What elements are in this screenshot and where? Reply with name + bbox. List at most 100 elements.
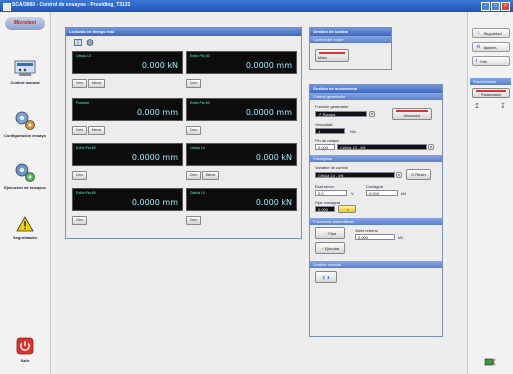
value-display: Ext/lc Pto 60 0.0000 mm [72, 143, 183, 166]
consigna-field[interactable]: 0.000 [366, 190, 398, 196]
memo-button[interactable]: Memo [88, 79, 105, 88]
motor-button[interactable]: Motor [315, 49, 349, 62]
gear-small-icon: ⚙ [476, 44, 481, 50]
var-label: Variable de control [315, 165, 349, 170]
channel-label: Célula 10 [190, 191, 205, 195]
function-dropdown-button[interactable]: ▼ [369, 111, 375, 117]
nav-configuracion-ensayo[interactable]: Configuración ensayo [0, 110, 50, 138]
control-variable-select[interactable]: Célula 10 - kN [315, 172, 395, 178]
function-value: Rampa [322, 112, 336, 117]
posicionador-button[interactable]: Posicionador [472, 88, 510, 98]
fijar-consigna-field[interactable]: 0.000 [315, 206, 335, 212]
movimiento-panel: Gestión de movimiento Control generador … [309, 84, 443, 337]
ejecutar-label: Ejecutar [324, 246, 340, 251]
warning-small-icon: ⚠ [476, 30, 481, 36]
display-unit: Célula 10 0.000 kN Cero Memo [186, 143, 297, 182]
fin-ramp-field[interactable]: 0.000 [315, 144, 335, 150]
seguridad-label: Seguridad [483, 30, 502, 36]
esal-unit: V [351, 191, 354, 196]
grid-view-icon[interactable] [74, 39, 82, 46]
reading-value: 0.000 kN [255, 153, 292, 162]
func-label: Función generador [315, 104, 349, 109]
display-unit: Célula 10 0.000 kN Cero Memo [72, 51, 183, 90]
nav-salir[interactable]: Salir [0, 337, 50, 363]
section-posicionador: Posicionador [470, 78, 511, 85]
ajustes-button[interactable]: ⚙ Ajustes [472, 42, 510, 52]
seguridad-button[interactable]: ⚠ Seguridad [472, 28, 510, 38]
display-unit: Célula 10 0.000 kN Cero [186, 188, 297, 227]
gears-icon [15, 111, 35, 130]
move-down-icon[interactable]: ↧ [500, 102, 506, 110]
generador-button[interactable]: Generador [392, 108, 432, 120]
app-icon [3, 3, 11, 11]
memo-button[interactable]: Memo [202, 171, 219, 180]
display-unit: Ext/lc Pto 60 0.0000 mm Cero [72, 143, 183, 182]
channel-label: Ext/lc Pto 60 [190, 54, 210, 58]
gears-run-icon [15, 163, 35, 182]
memo-button[interactable]: Memo [88, 126, 105, 135]
vel-unit: N/s [350, 129, 356, 134]
value-display: Ext/lc Pto 60 0.0000 mm [186, 98, 297, 121]
fijar-button[interactable]: ⇢ Fijar [315, 227, 345, 239]
value-display: Célula 10 0.000 kN [186, 188, 297, 211]
reset-button[interactable]: C Reset [406, 169, 431, 180]
var-dropdown-button[interactable]: ▼ [396, 172, 402, 178]
posicionador-status-indicator [476, 90, 506, 92]
section-consignas: Consignas [310, 155, 442, 162]
move-up-icon[interactable]: ↥ [474, 102, 480, 110]
zero-button[interactable]: Cero [72, 126, 87, 135]
left-sidebar: Microtest Control manual Configuración e… [0, 12, 51, 374]
zero-button[interactable]: Cero [72, 79, 87, 88]
fin-ramp-select[interactable]: Célula 10 - kN [337, 144, 427, 150]
minimize-button[interactable]: – [481, 2, 490, 11]
display-unit: Ext/lc Pto 60 0.0000 mm Cero [72, 188, 183, 227]
function-arrow-icon: ↗ [318, 112, 322, 117]
warning-icon [16, 216, 34, 232]
zero-button[interactable]: Cero [72, 171, 87, 180]
reset-icon: C [411, 172, 415, 177]
nav-label: Ejecución de ensayos [4, 185, 46, 190]
function-select[interactable]: ↗ Rampa [315, 111, 367, 117]
movimiento-title: Gestión de movimiento [310, 85, 442, 93]
apply-consigna-button[interactable]: ⇢ [338, 205, 356, 213]
arrow-right-icon: ⇢ [345, 207, 349, 212]
value-display: Ext/lc Pto 60 0.0000 mm [186, 51, 297, 74]
vel-label: Velocidad [315, 122, 333, 127]
nav-control-manual[interactable]: Control manual [0, 60, 50, 85]
zero-button[interactable]: Cero [186, 126, 201, 135]
generador-label: Generador [403, 114, 421, 118]
ejecutar-button[interactable]: ⇢ Ejecutar [315, 242, 345, 254]
settings-icon[interactable] [86, 39, 94, 46]
motor-label: Motor [318, 56, 327, 60]
close-button[interactable]: × [501, 2, 510, 11]
channel-label: Ext/lc Pto 60 [76, 191, 96, 195]
maximize-button[interactable]: □ [491, 2, 500, 11]
motor-status-indicator [319, 52, 345, 54]
right-sidebar: ⚠ Seguridad ⚙ Ajustes i Info Posicionado… [467, 12, 513, 374]
value-display: Célula 10 0.000 kN [72, 51, 183, 74]
info-button[interactable]: i Info [472, 56, 510, 66]
fin-dropdown-button[interactable]: ▼ [428, 144, 434, 150]
section-gestion-manual: Gestión manual [310, 261, 442, 268]
esal-label: Esal servo [315, 184, 334, 189]
nav-ejecucion-ensayos[interactable]: Ejecución de ensayos [0, 162, 50, 190]
reading-value: 0.000 mm [136, 108, 178, 117]
bomba-panel: Gestión de bomba Control del motor Motor [309, 27, 392, 70]
channel-label: Célula 10 [76, 54, 91, 58]
zero-button[interactable]: Cero [186, 171, 201, 180]
zero-button[interactable]: Cero [72, 216, 87, 225]
posicionador-label: Posicionador [480, 93, 502, 97]
velocity-field[interactable]: 1 [315, 128, 345, 134]
channel-label: Célula 10 [190, 146, 205, 150]
bomba-title: Gestión de bomba [310, 28, 391, 36]
computer-icon [14, 60, 36, 76]
window-title: SCA/3000 - Control de ensayos - Providin… [12, 2, 131, 8]
zero-button[interactable]: Cero [186, 216, 201, 225]
valor-retorno-field[interactable]: 0.000 [355, 234, 395, 240]
esal-servo-field[interactable]: 0.0 [315, 190, 347, 196]
power-icon [16, 337, 34, 355]
zero-button[interactable]: Cero [186, 79, 201, 88]
nav-seguridades[interactable]: Seguridades [0, 216, 50, 240]
manual-jog-button[interactable]: ↥ ⬇ [315, 271, 337, 283]
fijar-label: Fijar [328, 231, 337, 236]
